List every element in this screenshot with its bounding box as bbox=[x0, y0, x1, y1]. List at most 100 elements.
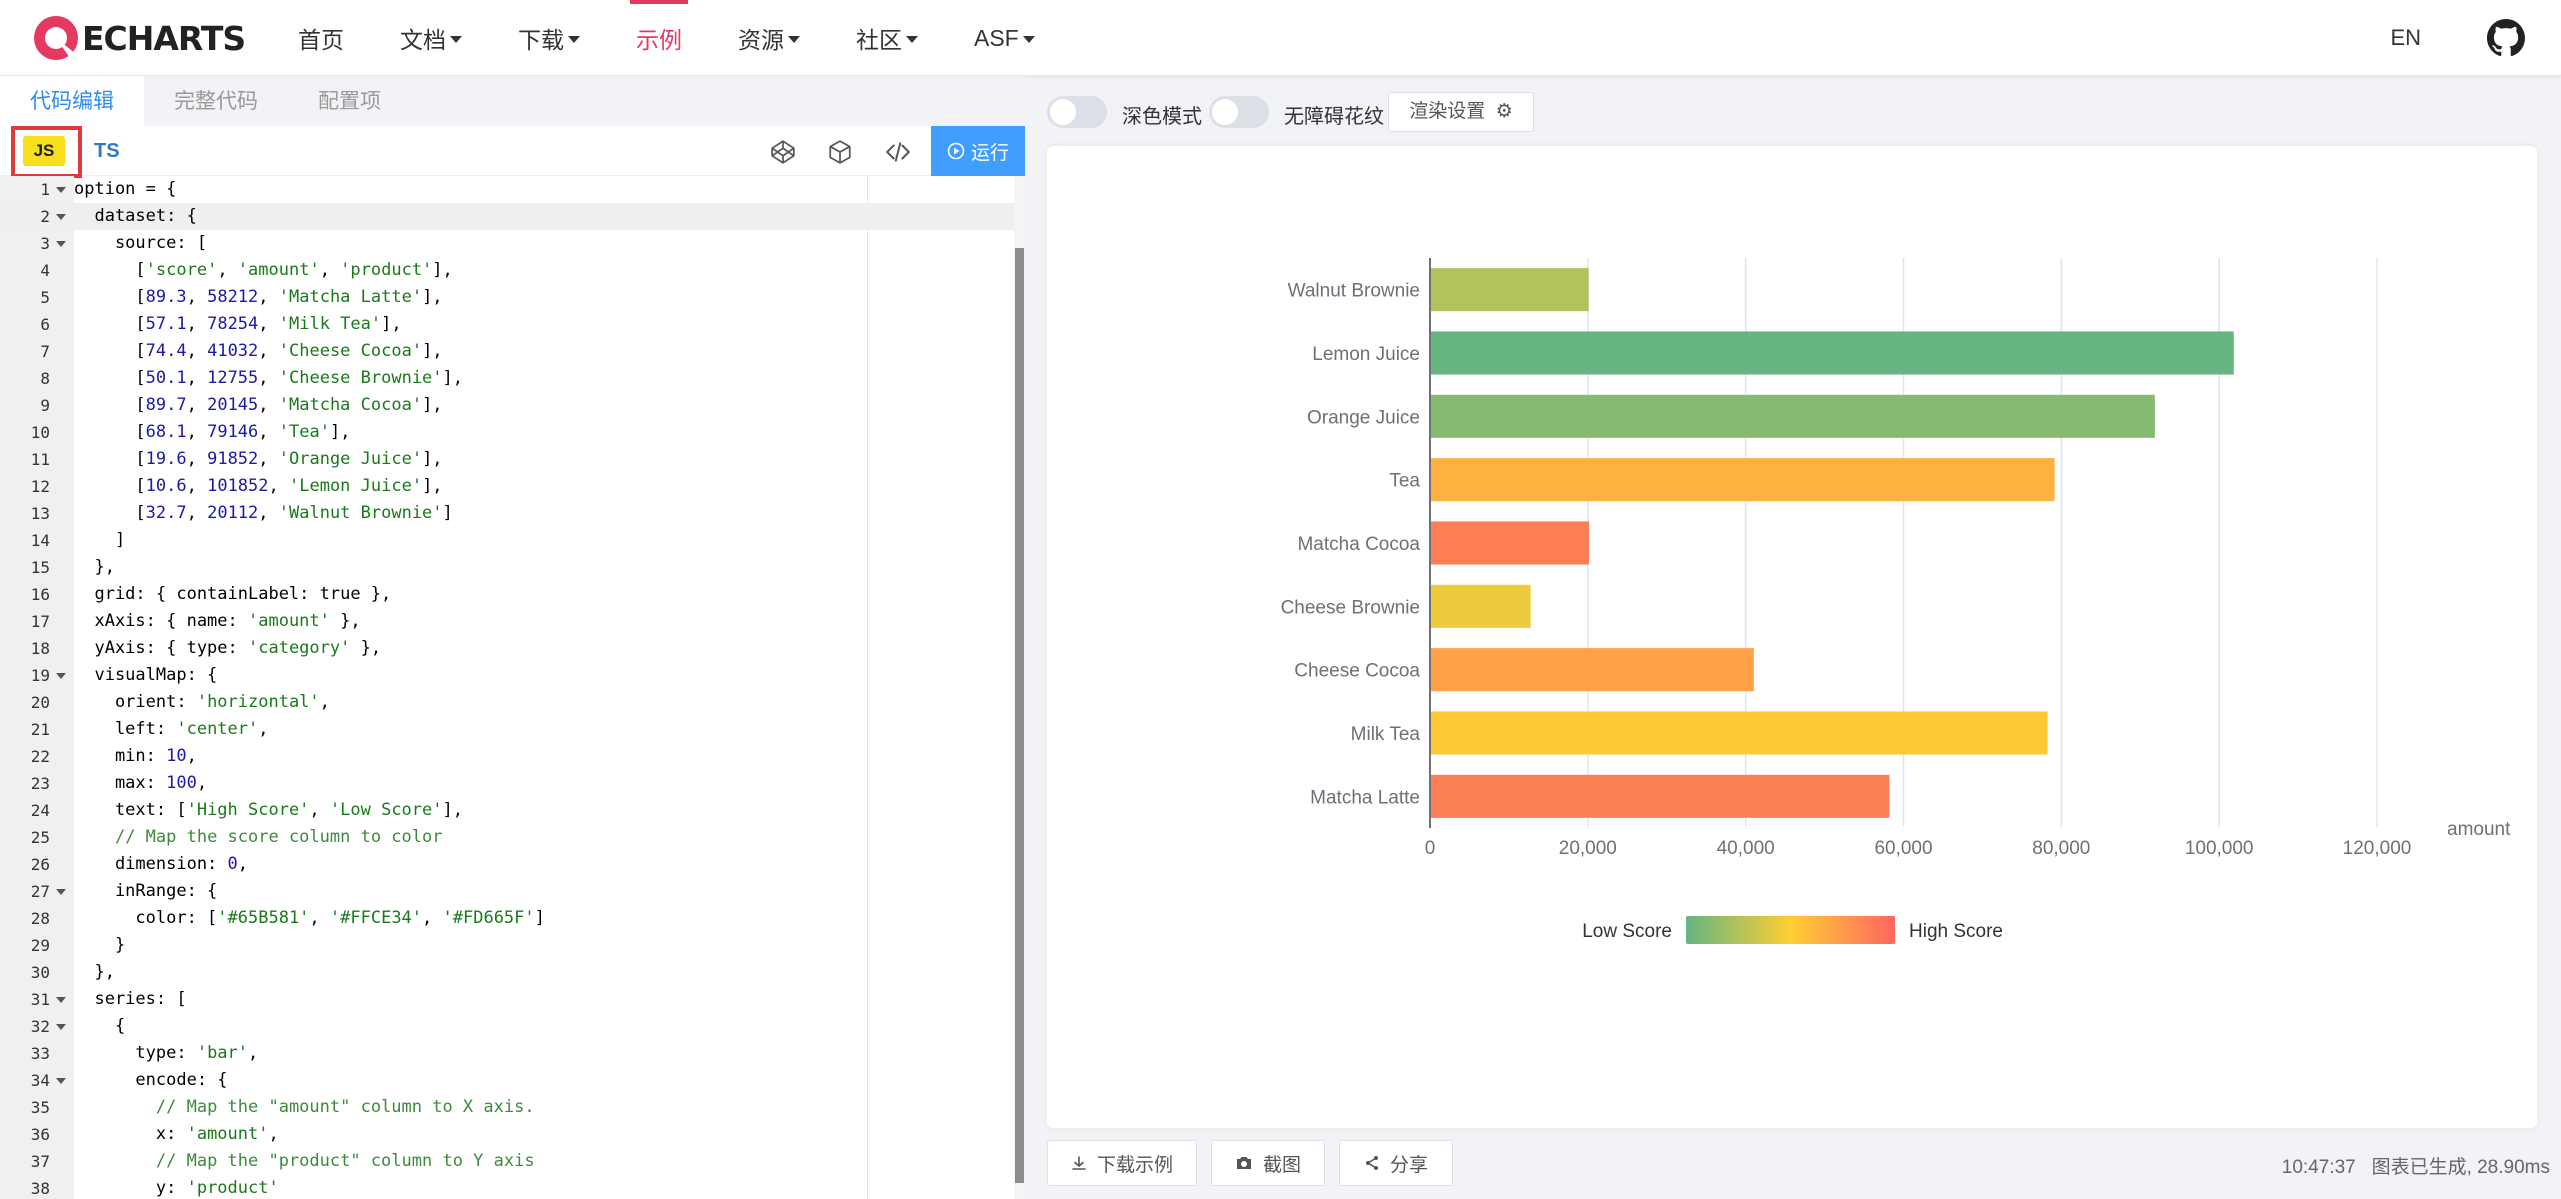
code-text: left: 'center', bbox=[74, 719, 269, 739]
code-line[interactable]: 10 [68.1, 79146, 'Tea'], bbox=[0, 419, 1015, 446]
code-line[interactable]: 7 [74.4, 41032, 'Cheese Cocoa'], bbox=[0, 338, 1015, 365]
code-line[interactable]: 30 }, bbox=[0, 959, 1015, 986]
code-line[interactable]: 3 source: [ bbox=[0, 230, 1015, 257]
ts-language-button[interactable]: TS bbox=[94, 136, 124, 166]
code-line[interactable]: 1 option = { bbox=[0, 176, 1015, 203]
caret-down-icon bbox=[568, 35, 580, 43]
code-line[interactable]: 23 max: 100, bbox=[0, 770, 1015, 797]
code-line[interactable]: 9 [89.7, 20145, 'Matcha Cocoa'], bbox=[0, 392, 1015, 419]
nav-item-1[interactable]: 文档 bbox=[372, 0, 490, 76]
screenshot-label: 截图 bbox=[1262, 1154, 1301, 1176]
fold-arrow-icon[interactable] bbox=[56, 214, 66, 220]
editor-scrollbar-thumb[interactable] bbox=[1015, 248, 1024, 1183]
main-nav: 首页 文档 下载 示例 资源 社区 ASF bbox=[270, 0, 1063, 76]
fold-arrow-icon[interactable] bbox=[56, 1078, 66, 1084]
nav-item-0[interactable]: 首页 bbox=[270, 0, 372, 76]
dark-mode-toggle[interactable] bbox=[1047, 96, 1107, 128]
fold-arrow-icon[interactable] bbox=[56, 1024, 66, 1030]
code-line[interactable]: 8 [50.1, 12755, 'Cheese Brownie'], bbox=[0, 365, 1015, 392]
screenshot-button[interactable]: 截图 bbox=[1211, 1140, 1325, 1186]
top-navbar: ECHARTS 首页 文档 下载 示例 资源 社区 ASF EN bbox=[0, 0, 2561, 76]
codepen-icon[interactable] bbox=[770, 139, 796, 165]
code-line[interactable]: 24 text: ['High Score', 'Low Score'], bbox=[0, 797, 1015, 824]
code-text: }, bbox=[74, 962, 115, 982]
editor-toolbar: JS TS 运行 bbox=[0, 126, 1025, 178]
aria-decal-toggle[interactable] bbox=[1209, 96, 1269, 128]
bar-chart[interactable]: 0 20,000 40,000 60,000 80,000 100,000 120,000 M… bbox=[1047, 146, 2537, 1128]
nav-item-3[interactable]: 示例 bbox=[608, 0, 710, 76]
nav-item-2[interactable]: 下载 bbox=[490, 0, 608, 76]
bar bbox=[1431, 648, 1754, 692]
line-number: 23 bbox=[30, 774, 50, 793]
line-number: 17 bbox=[30, 612, 50, 631]
codesandbox-icon[interactable] bbox=[827, 139, 853, 165]
code-line[interactable]: 37 // Map the "product" column to Y axis bbox=[0, 1148, 1015, 1175]
fold-arrow-icon[interactable] bbox=[56, 673, 66, 679]
fold-arrow-icon[interactable] bbox=[56, 997, 66, 1003]
code-line[interactable]: 25 // Map the score column to color bbox=[0, 824, 1015, 851]
x-tick-label: 100,000 bbox=[2185, 838, 2254, 859]
bar bbox=[1431, 268, 1589, 312]
code-text: min: 10, bbox=[74, 746, 197, 766]
nav-item-4[interactable]: 资源 bbox=[710, 0, 828, 76]
download-example-button[interactable]: 下载示例 bbox=[1047, 1140, 1197, 1186]
code-line[interactable]: 17 xAxis: { name: 'amount' }, bbox=[0, 608, 1015, 635]
code-line[interactable]: 19 visualMap: { bbox=[0, 662, 1015, 689]
fold-arrow-icon[interactable] bbox=[56, 187, 66, 193]
code-line[interactable]: 34 encode: { bbox=[0, 1067, 1015, 1094]
code-text: [89.3, 58212, 'Matcha Latte'], bbox=[74, 287, 443, 307]
nav-item-6[interactable]: ASF bbox=[946, 0, 1063, 76]
code-line[interactable]: 31 series: [ bbox=[0, 986, 1015, 1013]
editor-tab-2[interactable]: 配置项 bbox=[288, 76, 411, 126]
language-switch[interactable]: EN bbox=[2390, 25, 2421, 51]
caret-down-icon bbox=[450, 35, 462, 43]
code-line[interactable]: 36 x: 'amount', bbox=[0, 1121, 1015, 1148]
y-tick-label: Cheese Brownie bbox=[1281, 597, 1420, 618]
js-language-button[interactable]: JS bbox=[23, 136, 65, 166]
code-line[interactable]: 4 ['score', 'amount', 'product'], bbox=[0, 257, 1015, 284]
line-number: 24 bbox=[30, 801, 50, 820]
fold-arrow-icon[interactable] bbox=[56, 889, 66, 895]
editor-scrollbar[interactable] bbox=[1014, 176, 1025, 1199]
code-line[interactable]: 38 y: 'product' bbox=[0, 1175, 1015, 1199]
code-line[interactable]: 22 min: 10, bbox=[0, 743, 1015, 770]
share-button[interactable]: 分享 bbox=[1339, 1140, 1453, 1186]
code-line[interactable]: 14 ] bbox=[0, 527, 1015, 554]
code-text: grid: { containLabel: true }, bbox=[74, 584, 392, 604]
code-line[interactable]: 28 color: ['#65B581', '#FFCE34', '#FD665… bbox=[0, 905, 1015, 932]
code-line[interactable]: 26 dimension: 0, bbox=[0, 851, 1015, 878]
echarts-logo[interactable]: ECHARTS bbox=[32, 14, 246, 62]
run-button[interactable]: 运行 bbox=[931, 126, 1025, 176]
code-line[interactable]: 20 orient: 'horizontal', bbox=[0, 689, 1015, 716]
code-text: yAxis: { type: 'category' }, bbox=[74, 638, 382, 658]
code-line[interactable]: 15 }, bbox=[0, 554, 1015, 581]
code-line[interactable]: 16 grid: { containLabel: true }, bbox=[0, 581, 1015, 608]
code-line[interactable]: 29 } bbox=[0, 932, 1015, 959]
code-line[interactable]: 18 yAxis: { type: 'category' }, bbox=[0, 635, 1015, 662]
code-line[interactable]: 2 dataset: { bbox=[0, 203, 1015, 230]
x-tick-label: 20,000 bbox=[1559, 838, 1617, 859]
y-tick-label: Matcha Latte bbox=[1310, 787, 1420, 808]
code-text: encode: { bbox=[74, 1070, 228, 1090]
github-icon[interactable] bbox=[2487, 19, 2525, 57]
line-number: 35 bbox=[30, 1098, 50, 1117]
nav-item-5[interactable]: 社区 bbox=[828, 0, 946, 76]
line-number: 4 bbox=[40, 261, 50, 280]
code-line[interactable]: 13 [32.7, 20112, 'Walnut Brownie'] bbox=[0, 500, 1015, 527]
code-line[interactable]: 12 [10.6, 101852, 'Lemon Juice'], bbox=[0, 473, 1015, 500]
code-text: }, bbox=[74, 557, 115, 577]
code-line[interactable]: 5 [89.3, 58212, 'Matcha Latte'], bbox=[0, 284, 1015, 311]
code-line[interactable]: 11 [19.6, 91852, 'Orange Juice'], bbox=[0, 446, 1015, 473]
editor-tab-1[interactable]: 完整代码 bbox=[144, 76, 288, 126]
code-line[interactable]: 21 left: 'center', bbox=[0, 716, 1015, 743]
fold-arrow-icon[interactable] bbox=[56, 241, 66, 247]
code-line[interactable]: 33 type: 'bar', bbox=[0, 1040, 1015, 1067]
editor-tab-0[interactable]: 代码编辑 bbox=[0, 76, 144, 126]
code-line[interactable]: 27 inRange: { bbox=[0, 878, 1015, 905]
code-line[interactable]: 32 { bbox=[0, 1013, 1015, 1040]
code-embed-icon[interactable] bbox=[885, 139, 911, 165]
render-settings-button[interactable]: 渲染设置 ⚙ bbox=[1388, 92, 1534, 132]
code-line[interactable]: 6 [57.1, 78254, 'Milk Tea'], bbox=[0, 311, 1015, 338]
code-line[interactable]: 35 // Map the "amount" column to X axis. bbox=[0, 1094, 1015, 1121]
code-area[interactable]: 1 option = {2 dataset: {3 source: [4 ['sc… bbox=[0, 176, 1015, 1199]
